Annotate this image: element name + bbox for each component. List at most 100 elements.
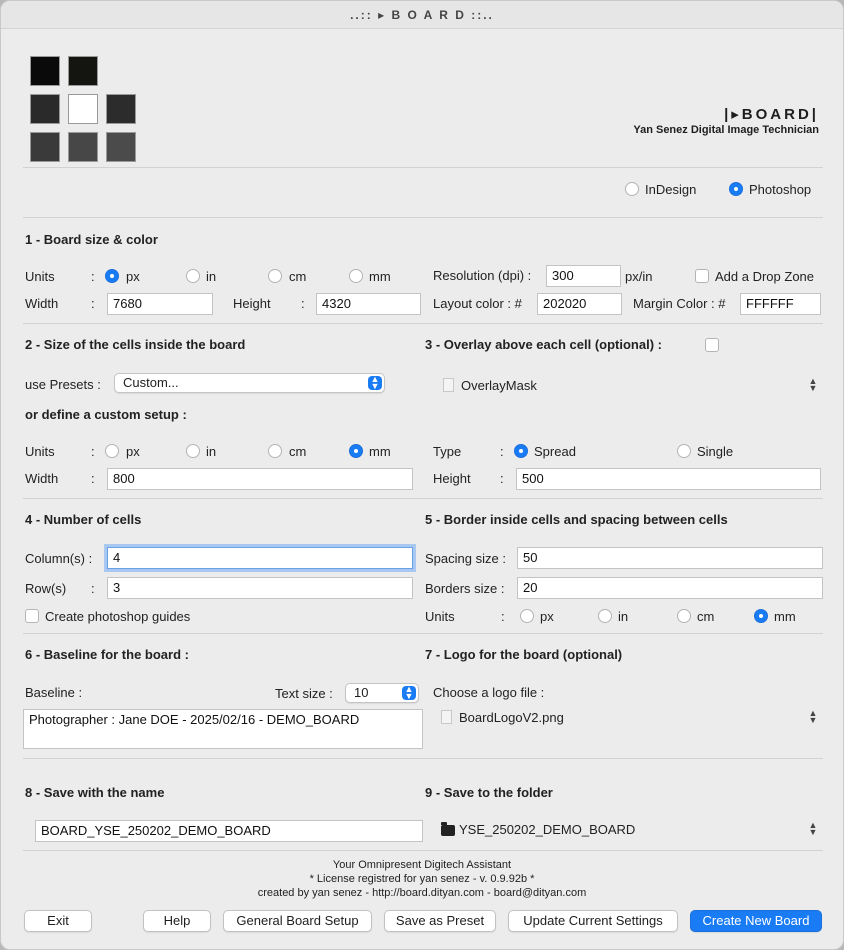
colon: : — [91, 444, 95, 459]
logo-square-4 — [30, 94, 60, 124]
folder-value[interactable]: YSE_250202_DEMO_BOARD — [459, 822, 635, 837]
unit-px-label: px — [540, 609, 554, 624]
board-height-input[interactable]: 4320 — [316, 293, 421, 315]
spacing-unit-in-radio[interactable] — [598, 609, 612, 623]
baseline-textarea[interactable]: Photographer : Jane DOE - 2025/02/16 - D… — [23, 709, 423, 749]
layout-color-label: Layout color : # — [433, 296, 522, 311]
board-unit-px-radio[interactable] — [105, 269, 119, 283]
photoshop-radio[interactable] — [729, 182, 743, 196]
colon: : — [501, 609, 505, 624]
photoshop-label: Photoshop — [749, 182, 812, 197]
board-unit-in-radio[interactable] — [186, 269, 200, 283]
chevron-updown-icon[interactable]: ▲ ▼ — [807, 709, 819, 725]
units-label: Units — [25, 269, 55, 284]
colon: : — [301, 296, 305, 311]
colon: : — [91, 471, 95, 486]
unit-in-label: in — [206, 444, 217, 459]
spacing-label: Spacing size : — [425, 551, 506, 566]
cell-unit-mm-radio[interactable] — [349, 444, 363, 458]
footer-credits: created by yan senez - http://board.dity… — [257, 887, 587, 899]
save-preset-button[interactable]: Save as Preset — [384, 910, 496, 932]
unit-in-label: in — [618, 609, 629, 624]
guides-label: Create photoshop guides — [45, 609, 191, 624]
indesign-radio[interactable] — [625, 182, 639, 196]
drop-zone-checkbox[interactable] — [695, 269, 709, 283]
chevron-updown-icon[interactable]: ▲ ▼ — [807, 821, 819, 837]
colon: : — [91, 269, 95, 284]
unit-px-label: px — [126, 444, 140, 459]
folder-icon — [441, 822, 455, 836]
cell-width-input[interactable]: 800 — [107, 468, 413, 490]
cell-unit-in-radio[interactable] — [186, 444, 200, 458]
chevron-updown-icon: ▲ ▼ — [402, 685, 416, 701]
type-spread-radio[interactable] — [514, 444, 528, 458]
columns-input[interactable]: 4 — [107, 547, 413, 569]
logo-square-2 — [68, 56, 98, 86]
spacing-input[interactable]: 50 — [517, 547, 823, 569]
logo-square-1 — [30, 56, 60, 86]
columns-label: Column(s) : — [25, 551, 93, 566]
guides-checkbox[interactable] — [25, 609, 39, 623]
section-3-title: 3 - Overlay above each cell (optional) : — [425, 337, 662, 352]
overlay-checkbox[interactable] — [705, 338, 719, 352]
colon: : — [500, 471, 504, 486]
choose-logo-label: Choose a logo file : — [433, 685, 545, 700]
section-9-title: 9 - Save to the folder — [425, 785, 553, 800]
presets-select-value: Custom... — [123, 375, 179, 390]
borders-input[interactable]: 20 — [517, 577, 823, 599]
board-window: ..:: ▸ B O A R D ::.. |▸BOARD| Yan Senez… — [0, 0, 844, 950]
chevron-updown-icon[interactable]: ▲ ▼ — [807, 377, 819, 393]
footer-license: * License registred for yan senez - v. 0… — [309, 873, 535, 885]
divider — [23, 323, 823, 324]
drop-zone-label: Add a Drop Zone — [715, 269, 815, 284]
create-board-button[interactable]: Create New Board — [690, 910, 822, 932]
general-setup-button[interactable]: General Board Setup — [223, 910, 372, 932]
resolution-input[interactable]: 300 — [546, 265, 621, 287]
board-width-input[interactable]: 7680 — [107, 293, 213, 315]
layout-color-input[interactable]: 202020 — [537, 293, 622, 315]
colon: : — [500, 444, 504, 459]
window-title: ..:: ▸ B O A R D ::.. — [1, 1, 843, 29]
cell-height-input[interactable]: 500 — [516, 468, 821, 490]
save-name-input[interactable]: BOARD_YSE_250202_DEMO_BOARD — [35, 820, 423, 842]
presets-label: use Presets : — [25, 377, 101, 392]
update-settings-button[interactable]: Update Current Settings — [508, 910, 678, 932]
width-label: Width — [25, 296, 59, 311]
margin-color-input[interactable]: FFFFFF — [740, 293, 821, 315]
section-2-title: 2 - Size of the cells inside the board — [25, 337, 246, 352]
divider — [23, 850, 823, 851]
indesign-label: InDesign — [645, 182, 697, 197]
spacing-unit-px-radio[interactable] — [520, 609, 534, 623]
section-6-title: 6 - Baseline for the board : — [25, 647, 189, 662]
exit-button[interactable]: Exit — [24, 910, 92, 932]
board-unit-mm-radio[interactable] — [349, 269, 363, 283]
overlay-file-value[interactable]: OverlayMask — [461, 378, 537, 393]
unit-mm-label: mm — [774, 609, 796, 624]
help-button[interactable]: Help — [143, 910, 211, 932]
rows-input[interactable]: 3 — [107, 577, 413, 599]
cell-unit-px-radio[interactable] — [105, 444, 119, 458]
chevron-updown-icon: ▲ ▼ — [368, 375, 382, 391]
divider — [23, 633, 823, 634]
logo-file-value[interactable]: BoardLogoV2.png — [459, 710, 564, 725]
unit-cm-label: cm — [289, 269, 307, 284]
unit-mm-label: mm — [369, 444, 391, 459]
unit-mm-label: mm — [369, 269, 391, 284]
cell-unit-cm-radio[interactable] — [268, 444, 282, 458]
text-size-select[interactable]: 10 ▲ ▼ — [345, 683, 419, 703]
baseline-label: Baseline : — [25, 685, 83, 700]
margin-color-label: Margin Color : # — [633, 296, 726, 311]
cell-units-label: Units — [25, 444, 55, 459]
section-5-title: 5 - Border inside cells and spacing betw… — [425, 512, 728, 527]
section-1-title: 1 - Board size & color — [25, 232, 158, 247]
section-7-title: 7 - Logo for the board (optional) — [425, 647, 623, 662]
logo-square-7 — [30, 132, 60, 162]
logo-square-6 — [106, 94, 136, 124]
board-unit-cm-radio[interactable] — [268, 269, 282, 283]
presets-select[interactable]: Custom... ▲ ▼ — [114, 373, 385, 393]
brand-tagline: Yan Senez Digital Image Technician — [633, 124, 819, 136]
spacing-unit-mm-radio[interactable] — [754, 609, 768, 623]
spacing-unit-cm-radio[interactable] — [677, 609, 691, 623]
type-single-radio[interactable] — [677, 444, 691, 458]
text-size-label: Text size : — [275, 686, 333, 701]
